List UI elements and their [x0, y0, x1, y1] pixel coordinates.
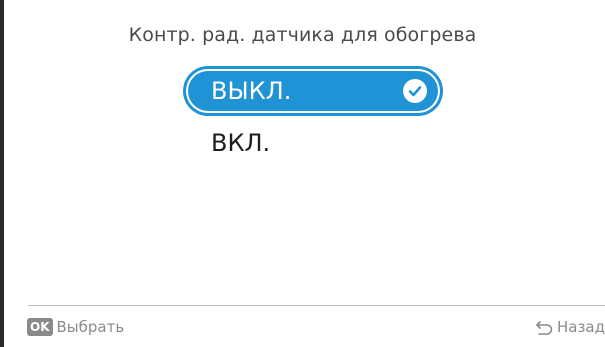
option-on[interactable]: ВКЛ.: [186, 121, 440, 165]
option-off[interactable]: ВЫКЛ.: [186, 69, 440, 113]
check-circle-icon: [403, 79, 427, 103]
screen-bezel: [0, 0, 4, 347]
page-title: Контр. рад. датчика для обогрева: [128, 24, 477, 46]
back-label: Назад: [556, 318, 605, 336]
ok-button-badge: OK: [27, 318, 53, 336]
select-label: Выбрать: [56, 318, 125, 336]
footer-divider: [28, 305, 605, 306]
option-on-label: ВКЛ.: [211, 129, 271, 157]
settings-screen: Контр. рад. датчика для обогрева ВЫКЛ. В…: [0, 0, 605, 347]
option-off-label: ВЫКЛ.: [211, 77, 292, 105]
back-hint[interactable]: Назад: [534, 318, 605, 336]
select-hint[interactable]: OK Выбрать: [27, 318, 124, 336]
return-arrow-icon: [534, 319, 554, 335]
